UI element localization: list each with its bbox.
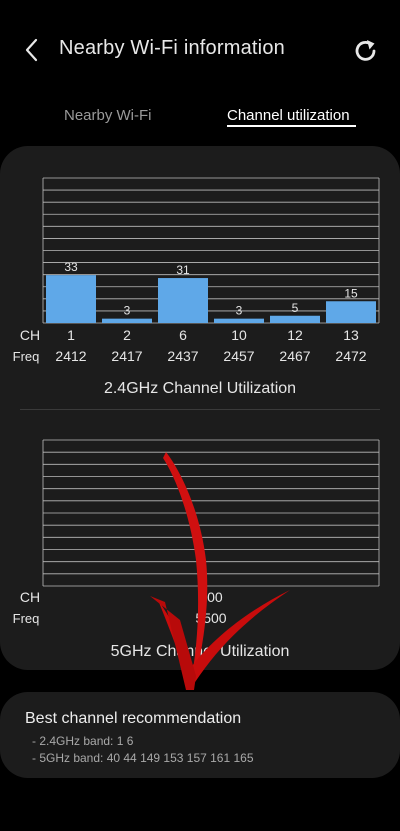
frequency-tick-label: 2412 [55, 348, 86, 364]
chart-title: 5GHz Channel Utilization [111, 643, 290, 660]
ch-row-label: CH [20, 589, 40, 605]
bar-value-label: 3 [124, 304, 131, 318]
bar-value-label: 3 [236, 304, 243, 318]
bar-value-label: 31 [176, 263, 190, 277]
frequency-tick-label: 2467 [279, 348, 310, 364]
bar-ch-13 [326, 301, 376, 323]
frequency-tick-label: 2472 [335, 348, 366, 364]
channel-tick-label: 6 [179, 327, 187, 343]
best-channel-5ghz: - 5GHz band: 40 44 149 153 157 161 165 [32, 751, 254, 765]
channel-tick-label: 10 [231, 327, 247, 343]
frequency-tick-label: 2437 [167, 348, 198, 364]
ch-row-label: CH [20, 327, 40, 343]
channel-tick-label: 100 [199, 589, 223, 605]
freq-row-label: Freq [13, 349, 40, 364]
channel-tick-label: 2 [123, 327, 131, 343]
channel-tick-label: 12 [287, 327, 303, 343]
bar-ch-12 [270, 315, 320, 323]
best-channel-title: Best channel recommendation [25, 710, 242, 727]
best-channel-24ghz: - 2.4GHz band: 1 6 [32, 734, 134, 748]
frequency-tick-label: 2457 [223, 348, 254, 364]
bar-ch-2 [102, 318, 152, 323]
freq-row-label: Freq [13, 611, 40, 626]
bar-value-label: 5 [292, 301, 299, 315]
channel-tick-label: 1 [67, 327, 75, 343]
bar-ch-6 [158, 278, 208, 323]
bar-value-label: 33 [64, 260, 78, 274]
frequency-tick-label: 2417 [111, 348, 142, 364]
channel-tick-label: 13 [343, 327, 359, 343]
bar-ch-1 [46, 275, 96, 323]
bar-ch-10 [214, 318, 264, 323]
bar-value-label: 15 [344, 286, 358, 300]
frequency-tick-label: 5500 [195, 610, 226, 626]
chart-title: 2.4GHz Channel Utilization [104, 380, 296, 397]
